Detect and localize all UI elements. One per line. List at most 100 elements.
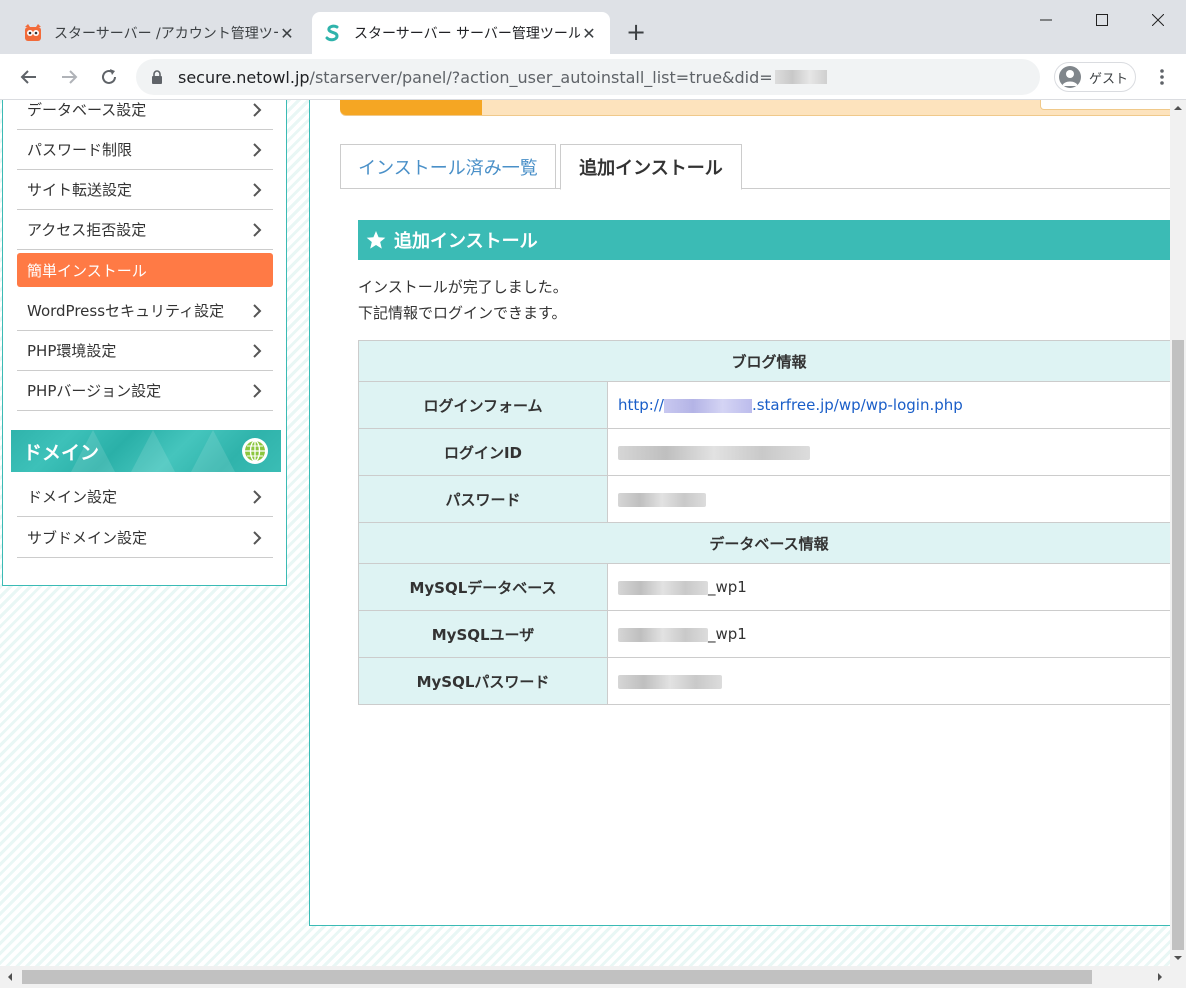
progress-bar [340,100,1170,116]
browser-tab-title: スターサーバー サーバー管理ツール [354,26,580,42]
table-row: ブログ情報 [358,340,1170,382]
maximize-icon [1096,14,1108,26]
sidebar: データベース設定 パスワード制限 サイト転送設定 アクセス拒否設定 簡単インスト… [2,100,287,586]
sidebar-item-label: サイト転送設定 [27,181,133,199]
password-label: パスワード [358,475,608,523]
sidebar-item-php-env[interactable]: PHP環境設定 [17,331,273,371]
login-url-prefix: http:// [618,396,664,414]
chevron-right-icon [253,103,262,117]
sidebar-item-access-deny[interactable]: アクセス拒否設定 [17,210,273,250]
close-icon[interactable]: ✕ [580,24,598,43]
browser-toolbar: secure.netowl.jp/starserver/panel/?actio… [0,54,1186,100]
mysql-db-label: MySQLデータベース [358,563,608,611]
browser-tab-server-tool[interactable]: スターサーバー サーバー管理ツール ✕ [312,12,610,54]
progress-box [1040,100,1170,110]
profile-button[interactable]: ゲスト [1054,62,1136,92]
table-row: ログインフォーム http:// .starfree.jp/wp/wp-login… [358,381,1170,429]
table-row: MySQLデータベース _wp1 [358,563,1170,611]
table-row: MySQLパスワード [358,657,1170,705]
scroll-right-icon[interactable] [1154,971,1166,983]
window-close-button[interactable] [1130,0,1186,40]
chevron-right-icon [253,490,262,504]
browser-tab-title: スターサーバー /アカウント管理ツール [54,26,278,42]
back-button[interactable] [14,62,44,92]
completion-message: インストールが完了しました。 [358,278,568,296]
sidebar-item-label: 簡単インストール [27,261,147,280]
sidebar-item-label: データベース設定 [27,101,147,119]
reload-icon [102,69,116,84]
scroll-left-icon[interactable] [4,971,16,983]
redacted-text [774,70,827,84]
tab-add-install[interactable]: 追加インストール [560,144,742,190]
mysql-password-value [607,657,1170,705]
sidebar-item-domain-settings[interactable]: ドメイン設定 [17,477,273,517]
main-panel: インストール済み一覧 追加インストール 追加インストール インストールが完了しま… [309,100,1170,926]
redacted-text [663,398,752,413]
chevron-right-icon [253,344,262,358]
browser-tab-account-tool[interactable]: スターサーバー /アカウント管理ツール ✕ [12,12,308,54]
sidebar-item-php-version[interactable]: PHPバージョン設定 [17,371,273,411]
sidebar-item-label: WordPressセキュリティ設定 [27,302,225,320]
minimize-button[interactable] [1018,0,1074,40]
avatar-icon [1059,66,1081,88]
url-path: /starserver/panel/?action_user_autoinsta… [309,67,773,87]
redacted-text [618,445,810,460]
page-viewport: データベース設定 パスワード制限 サイト転送設定 アクセス拒否設定 簡単インスト… [0,100,1170,966]
redacted-text [618,674,722,689]
address-bar[interactable]: secure.netowl.jp/starserver/panel/?actio… [136,59,1040,95]
install-tabs: インストール済み一覧 追加インストール [340,144,1170,190]
redacted-text [618,627,708,642]
star-icon [366,231,386,249]
horizontal-scrollbar[interactable] [0,966,1186,988]
sidebar-item-label: PHP環境設定 [27,342,117,360]
scroll-down-icon[interactable] [1170,950,1186,966]
mysql-db-suffix: _wp1 [708,578,747,596]
sidebar-item-password-limit[interactable]: パスワード制限 [17,130,273,170]
mysql-user-label: MySQLユーザ [358,610,608,658]
sidebar-item-easy-install[interactable]: 簡単インストール [17,253,273,287]
login-id-label: ログインID [358,428,608,476]
chevron-right-icon [253,183,262,197]
table-row: パスワード [358,475,1170,523]
sidebar-item-label: サブドメイン設定 [27,529,148,547]
sidebar-item-site-redirect[interactable]: サイト転送設定 [17,170,273,210]
mysql-user-suffix: _wp1 [708,625,747,643]
mysql-password-label: MySQLパスワード [358,657,608,705]
chevron-right-icon [253,384,262,398]
blog-info-header: ブログ情報 [358,340,1170,382]
sidebar-item-database[interactable]: データベース設定 [17,100,273,130]
sidebar-item-subdomain-settings[interactable]: サブドメイン設定 [17,518,273,558]
arrow-right-icon [62,70,78,84]
login-id-value [607,428,1170,476]
browser-tab-strip: スターサーバー /アカウント管理ツール ✕ スターサーバー サーバー管理ツール … [0,0,1186,54]
starserver-s-icon [325,24,339,42]
section-title: 追加インストール [394,231,538,252]
vertical-scroll-thumb[interactable] [1172,340,1184,950]
redacted-text [618,580,708,595]
new-tab-button[interactable]: + [622,18,650,46]
chevron-right-icon [253,143,262,157]
login-url-suffix: .starfree.jp/wp/wp-login.php [751,396,963,414]
tab-installed-list[interactable]: インストール済み一覧 [340,144,556,189]
sidebar-item-wordpress-security[interactable]: WordPressセキュリティ設定 [17,291,273,331]
chevron-right-icon [253,223,262,237]
owl-icon [25,24,41,41]
vertical-scrollbar[interactable] [1170,100,1186,966]
table-row: データベース情報 [358,522,1170,564]
sidebar-item-label: パスワード制限 [27,141,133,159]
forward-button[interactable] [54,62,84,92]
mysql-db-value: _wp1 [607,563,1170,611]
browser-menu-button[interactable] [1150,62,1174,92]
password-value [607,475,1170,523]
table-row: ログインID [358,428,1170,476]
login-form-label: ログインフォーム [358,381,608,429]
maximize-button[interactable] [1074,0,1130,40]
reload-button[interactable] [94,62,124,92]
chevron-right-icon [253,304,262,318]
scroll-up-icon[interactable] [1170,100,1186,116]
close-icon [1152,14,1164,26]
section-header: 追加インストール [358,220,1170,260]
close-icon[interactable]: ✕ [278,24,296,43]
horizontal-scroll-thumb[interactable] [22,970,1092,984]
login-form-link[interactable]: http:// .starfree.jp/wp/wp-login.php [618,396,963,414]
